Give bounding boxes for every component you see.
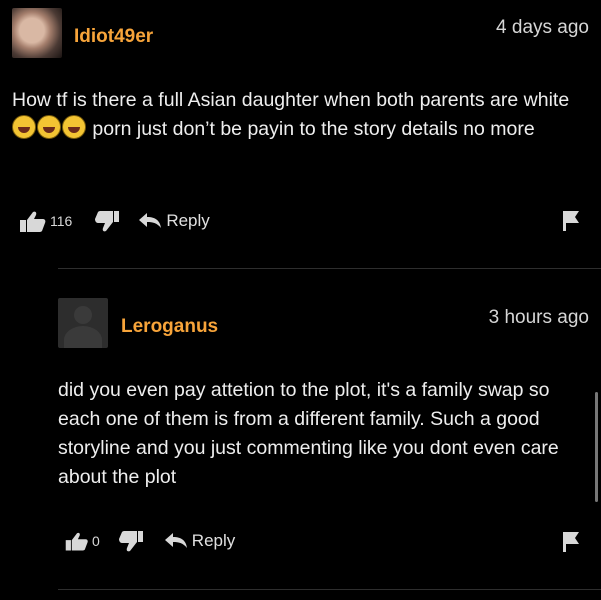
comment-divider xyxy=(58,589,601,590)
face-with-tears-of-joy-icon xyxy=(62,115,86,139)
reply-button[interactable]: Reply xyxy=(138,211,210,231)
comment-username[interactable]: Idiot49er xyxy=(74,26,153,48)
thumbs-up-icon[interactable] xyxy=(18,209,48,233)
comment-text-after: porn just don’t be payin to the story de… xyxy=(92,118,535,140)
comment-text-before: How tf is there a full Asian daughter wh… xyxy=(12,89,570,111)
user-avatar[interactable] xyxy=(12,8,62,58)
like-count: 116 xyxy=(50,213,73,229)
comment-timestamp: 4 days ago xyxy=(496,17,589,38)
comment-username[interactable]: Leroganus xyxy=(121,316,218,338)
thumbs-down-icon[interactable] xyxy=(118,530,144,552)
flag-icon[interactable] xyxy=(560,210,582,237)
thumbs-up-icon[interactable] xyxy=(64,530,90,552)
flag-icon[interactable] xyxy=(560,531,582,558)
reply-label: Reply xyxy=(166,211,210,230)
emoji-group xyxy=(12,115,92,140)
scrollbar[interactable] xyxy=(595,392,598,502)
reply-arrow-icon xyxy=(164,533,187,548)
user-avatar[interactable] xyxy=(58,298,108,348)
comment-divider xyxy=(58,268,601,269)
thumbs-down-icon[interactable] xyxy=(94,210,120,232)
comment-actions: 116 Reply xyxy=(18,209,210,233)
reply-label: Reply xyxy=(191,531,236,550)
reply-button[interactable]: Reply xyxy=(164,531,235,551)
comment-actions: 0 Reply xyxy=(64,530,235,552)
reply-arrow-icon xyxy=(139,213,162,228)
face-with-tears-of-joy-icon xyxy=(12,115,36,139)
face-with-tears-of-joy-icon xyxy=(37,115,61,139)
comment-timestamp: 3 hours ago xyxy=(488,307,589,328)
like-count: 0 xyxy=(92,533,100,549)
comment-text: did you even pay attetion to the plot, i… xyxy=(58,379,559,488)
comment-text: How tf is there a full Asian daughter wh… xyxy=(12,86,587,144)
